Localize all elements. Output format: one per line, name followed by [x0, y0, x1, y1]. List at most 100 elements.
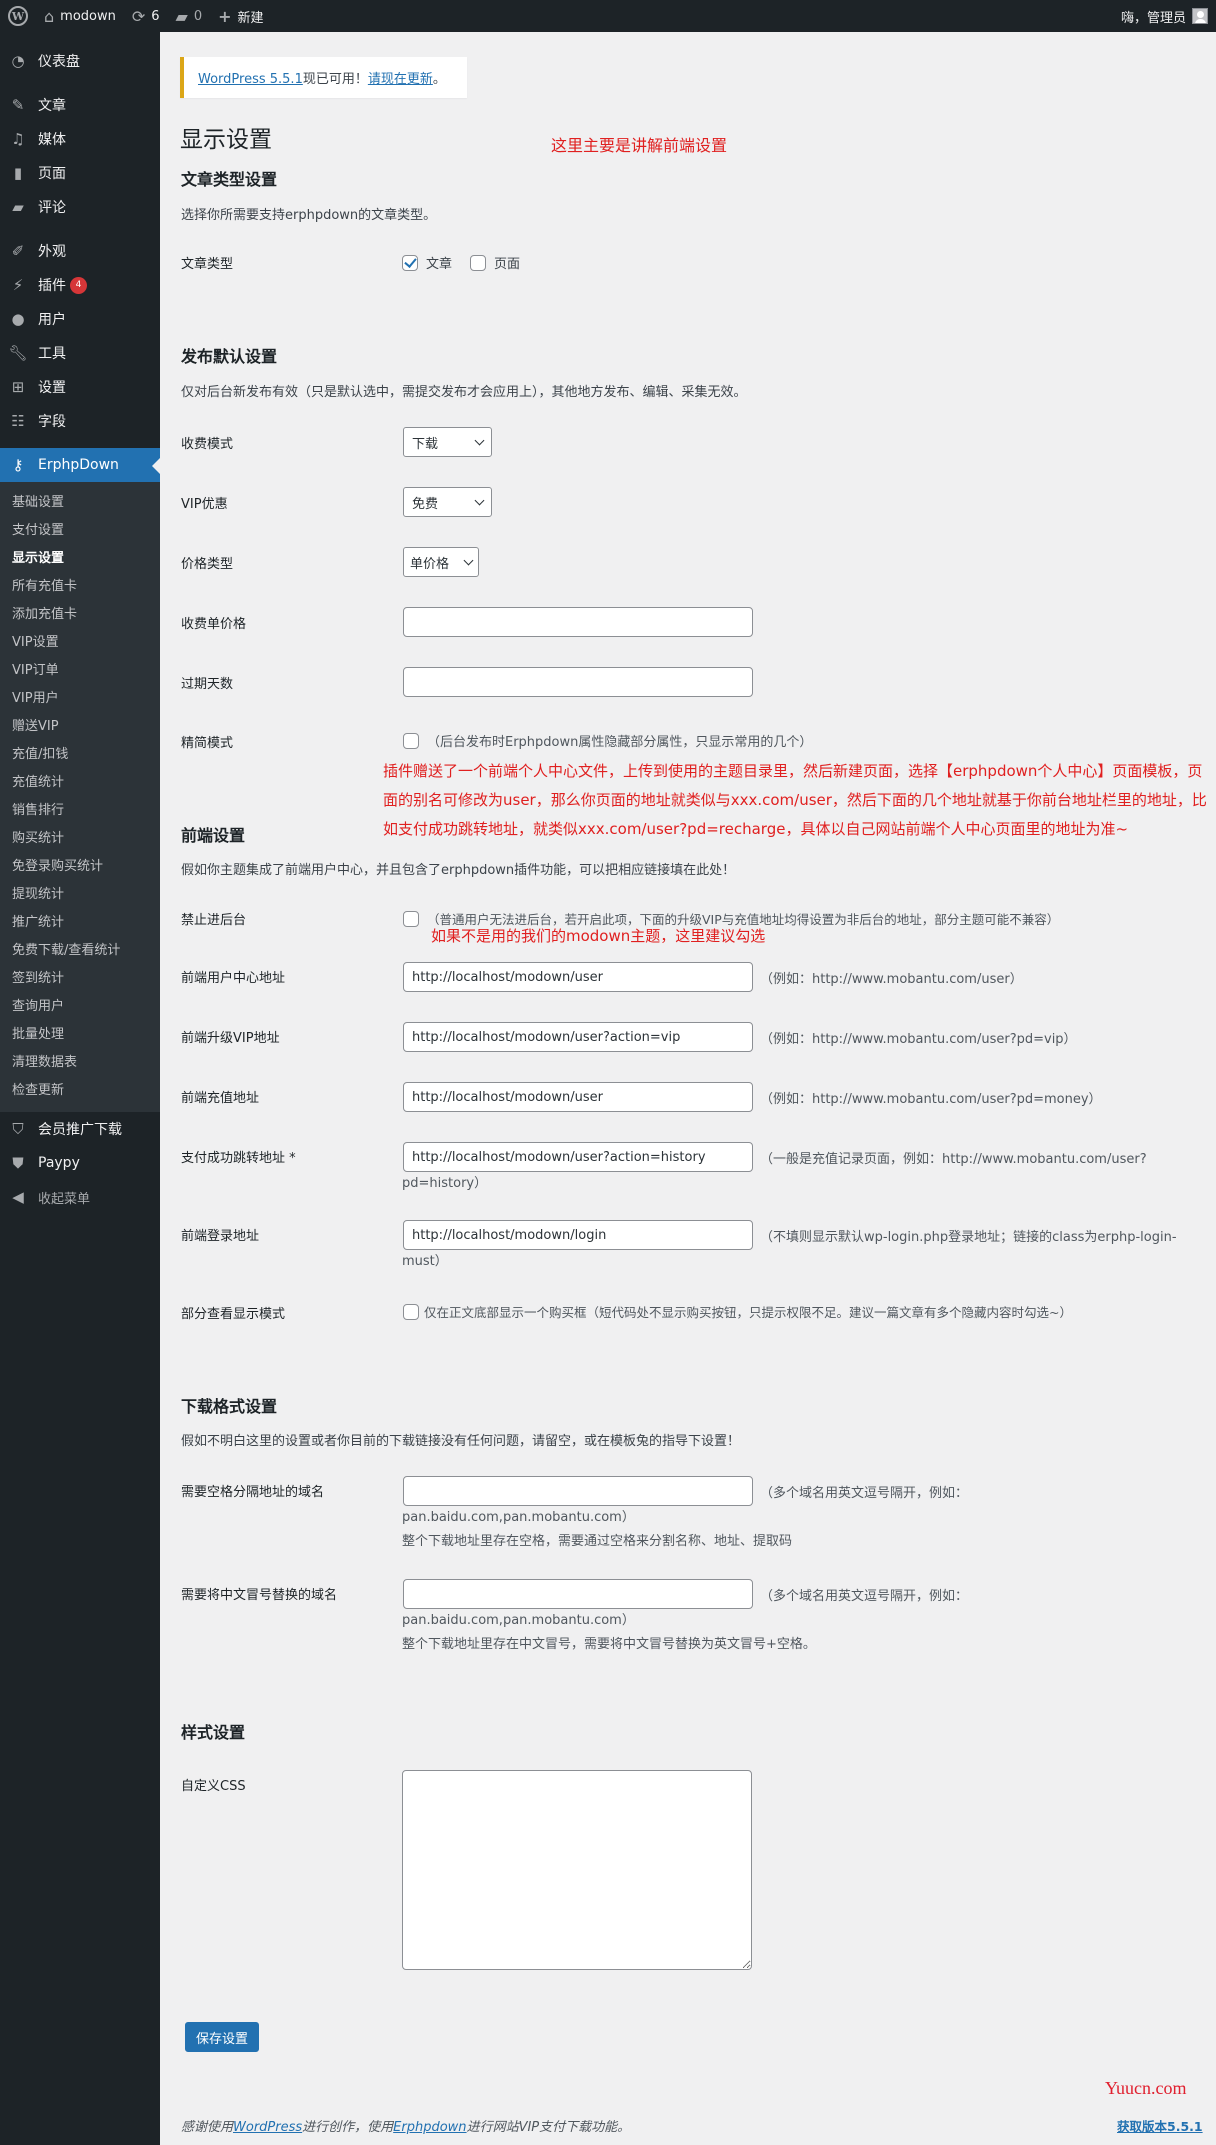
- account-menu[interactable]: 嗨，管理员: [1113, 0, 1216, 32]
- sidebar-item-member-promo[interactable]: ⛉ 会员推广下载: [0, 1112, 160, 1146]
- no-backend-checkbox[interactable]: [403, 910, 419, 927]
- login-input[interactable]: [403, 1220, 753, 1250]
- footer-pre: 感谢使用: [181, 2120, 234, 2135]
- user-center-input[interactable]: [403, 962, 753, 992]
- submenu-item-recharge-stats[interactable]: 充值统计: [0, 769, 160, 797]
- pay-success-input[interactable]: [403, 1142, 753, 1172]
- new-content-link[interactable]: + 新建: [210, 0, 271, 32]
- submenu-item-withdraw-stats[interactable]: 提现统计: [0, 881, 160, 909]
- colon-domains-note: 整个下载地址里存在中文冒号，需要将中文冒号替换为英文冒号+空格。: [402, 1637, 816, 1652]
- wordpress-version-link[interactable]: WordPress 5.5.1: [198, 72, 303, 87]
- updates-link[interactable]: ⟳ 6: [124, 0, 168, 32]
- menu-label: Paypy: [38, 1155, 80, 1171]
- submenu-item-vip-settings[interactable]: VIP设置: [0, 629, 160, 657]
- shield-half-icon: ⛉: [12, 1120, 24, 1138]
- expire-days-input[interactable]: [403, 667, 753, 697]
- submenu-item-display[interactable]: 显示设置: [0, 545, 160, 573]
- sidebar-item-pages[interactable]: ▮ 页面: [0, 156, 160, 190]
- download-format-description: 假如不明白这里的设置或者你目前的下载链接没有任何问题，请留空，或在模板兔的指导下…: [181, 1434, 741, 1449]
- menu-label: 用户: [38, 312, 66, 328]
- sidebar-item-appearance[interactable]: ✐ 外观: [0, 234, 160, 268]
- unit-price-label: 收费单价格: [181, 617, 247, 632]
- sidebar-item-comments[interactable]: ▰ 评论: [0, 190, 160, 224]
- submenu-item-gift-vip[interactable]: 赠送VIP: [0, 713, 160, 741]
- save-settings-button[interactable]: 保存设置: [185, 2022, 260, 2052]
- vip-upgrade-input[interactable]: [403, 1022, 753, 1052]
- vip-discount-select[interactable]: 免费: [403, 487, 492, 517]
- submenu-item-checkin-stats[interactable]: 签到统计: [0, 965, 160, 993]
- update-now-link[interactable]: 请现在更新: [368, 72, 433, 87]
- space-domains-label: 需要空格分隔地址的域名: [181, 1485, 325, 1500]
- footer-mid: 进行创作，使用: [302, 2120, 394, 2135]
- site-name-link[interactable]: ⌂ modown: [36, 0, 124, 32]
- greeting: 嗨，管理员: [1120, 10, 1186, 26]
- menu-label: 仪表盘: [38, 54, 80, 70]
- unit-price-input[interactable]: [403, 607, 753, 637]
- submenu-item-basic[interactable]: 基础设置: [0, 489, 160, 517]
- space-domains-hint: （多个域名用英文逗号隔开，例如：: [760, 1486, 969, 1501]
- sidebar-item-fields[interactable]: ☷ 字段: [0, 404, 160, 438]
- post-type-page-label: 页面: [494, 257, 521, 272]
- submenu-item-purchase-stats[interactable]: 购买统计: [0, 825, 160, 853]
- sidebar-item-users[interactable]: ● 用户: [0, 302, 160, 336]
- submenu-item-payment[interactable]: 支付设置: [0, 517, 160, 545]
- partial-view-hint: 仅在正文底部显示一个购买框（短代码处不显示购买按钮，只提示权限不足。建议一篇文章…: [424, 1305, 1072, 1320]
- submenu-item-promo-stats[interactable]: 推广统计: [0, 909, 160, 937]
- collapse-menu-button[interactable]: ◀ 收起菜单: [0, 1180, 160, 1214]
- comments-link[interactable]: ▰ 0: [168, 0, 211, 32]
- login-hint: （不填则显示默认wp-login.php登录地址；链接的class为erphp-…: [760, 1230, 1177, 1245]
- footer-text: 感谢使用WordPress进行创作，使用Erphpdown进行网站VIP支付下载…: [181, 2116, 630, 2135]
- submenu-item-sales-rank[interactable]: 销售排行: [0, 797, 160, 825]
- simple-mode-checkbox[interactable]: [403, 732, 419, 749]
- submenu-item-free-download-stats[interactable]: 免费下载/查看统计: [0, 937, 160, 965]
- sidebar-item-tools[interactable]: 🔧︎ 工具: [0, 336, 160, 370]
- submenu-item-clean-tables[interactable]: 清理数据表: [0, 1049, 160, 1077]
- admin-bar: W ⌂ modown ⟳ 6 ▰ 0 + 新建 嗨，管理员: [0, 0, 1216, 32]
- updates-icon: ⟳: [131, 6, 146, 26]
- notice-end: 。: [432, 72, 446, 87]
- submenu-item-vip-orders[interactable]: VIP订单: [0, 657, 160, 685]
- notice-text: 现已可用！: [302, 72, 368, 87]
- sidebar-item-settings[interactable]: ⊞ 设置: [0, 370, 160, 404]
- sidebar-item-paypy[interactable]: ⛊ Paypy: [0, 1146, 160, 1180]
- plus-icon: +: [218, 6, 232, 26]
- fee-mode-select[interactable]: 下载: [403, 427, 492, 457]
- submenu-item-all-cards[interactable]: 所有充值卡: [0, 573, 160, 601]
- get-version-link[interactable]: 获取版本5.5.1: [1117, 2116, 1203, 2135]
- sidebar-item-plugins[interactable]: ⚡ 插件 4: [0, 268, 160, 302]
- price-type-value: 单价格: [410, 556, 450, 572]
- sidebar-item-erphpdown[interactable]: ⚷ ErphpDown: [0, 448, 160, 482]
- site-name: modown: [60, 8, 116, 24]
- submenu-item-batch[interactable]: 批量处理: [0, 1021, 160, 1049]
- settings-icon: ⊞: [11, 378, 25, 396]
- menu-label: 文章: [38, 98, 66, 114]
- post-type-page-checkbox[interactable]: [470, 254, 487, 271]
- submenu-item-guest-purchase-stats[interactable]: 免登录购买统计: [0, 853, 160, 881]
- post-types-label: 文章类型: [181, 257, 234, 272]
- colon-domains-input[interactable]: [403, 1579, 753, 1609]
- simple-mode-label: 精简模式: [181, 736, 234, 751]
- custom-css-textarea[interactable]: [402, 1770, 752, 1970]
- footer-wordpress-link[interactable]: WordPress: [233, 2120, 302, 2135]
- section-heading-frontend: 前端设置: [181, 826, 246, 845]
- price-type-select[interactable]: 单价格: [403, 547, 479, 577]
- wp-logo-menu[interactable]: W: [0, 0, 36, 32]
- partial-view-checkbox[interactable]: [403, 1303, 419, 1320]
- sidebar-item-dashboard[interactable]: ◔ 仪表盘: [0, 44, 160, 78]
- post-type-post-checkbox[interactable]: [402, 254, 418, 271]
- recharge-input[interactable]: [403, 1082, 753, 1112]
- submenu-item-vip-users[interactable]: VIP用户: [0, 685, 160, 713]
- chevron-down-icon: [474, 435, 485, 445]
- submenu-item-query-users[interactable]: 查询用户: [0, 993, 160, 1021]
- space-domains-input[interactable]: [403, 1476, 753, 1506]
- menu-label: 评论: [38, 200, 66, 216]
- submenu-item-add-card[interactable]: 添加充值卡: [0, 601, 160, 629]
- footer-erphpdown-link[interactable]: Erphpdown: [393, 2120, 466, 2135]
- simple-mode-hint: （后台发布时Erphpdown属性隐藏部分属性，只显示常用的几个）: [427, 735, 813, 750]
- submenu-item-check-update[interactable]: 检查更新: [0, 1077, 160, 1105]
- pay-success-hint-cont: pd=history）: [402, 1176, 488, 1191]
- sidebar-item-media[interactable]: ♫ 媒体: [0, 122, 160, 156]
- sidebar-item-posts[interactable]: ✎ 文章: [0, 88, 160, 122]
- submenu-item-recharge-deduct[interactable]: 充值/扣钱: [0, 741, 160, 769]
- post-types-description: 选择你所需要支持erphpdown的文章类型。: [181, 208, 437, 223]
